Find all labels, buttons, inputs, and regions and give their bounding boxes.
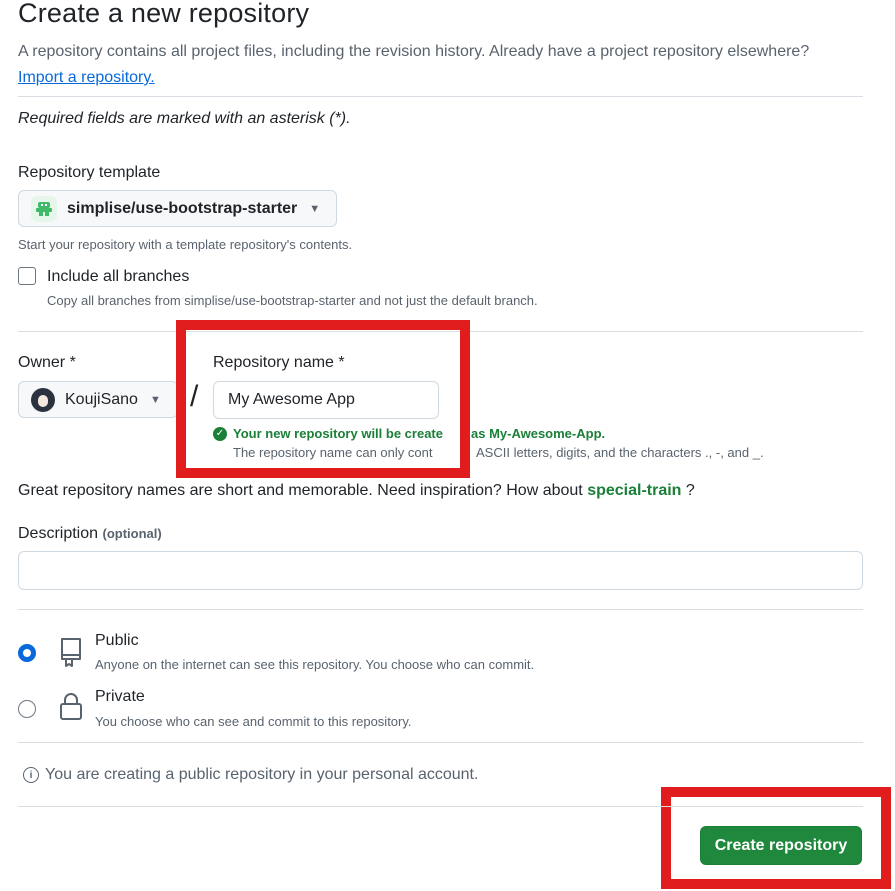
repository-name-rules-suffix: ASCII letters, digits, and the character… bbox=[476, 445, 764, 460]
template-avatar-icon bbox=[31, 195, 57, 222]
page-title: Create a new repository bbox=[18, 0, 310, 28]
info-icon: i bbox=[23, 767, 39, 783]
inspiration-text: Great repository names are short and mem… bbox=[18, 482, 583, 499]
chevron-down-icon: ▼ bbox=[149, 393, 161, 406]
highlight-box-repository-name bbox=[176, 320, 470, 478]
page-subtitle: A repository contains all project files,… bbox=[18, 39, 878, 91]
success-suffix: as My-Awesome-App. bbox=[471, 426, 606, 441]
template-select-button[interactable]: simplise/use-bootstrap-starter ▼ bbox=[18, 190, 337, 227]
chevron-down-icon: ▼ bbox=[309, 202, 321, 215]
import-repository-link[interactable]: Import a repository. bbox=[18, 69, 155, 86]
required-fields-note: Required fields are marked with an aster… bbox=[18, 110, 351, 127]
description-label: Description bbox=[18, 525, 99, 542]
visibility-private-desc: You choose who can see and commit to thi… bbox=[95, 714, 412, 729]
include-all-branches-label: Include all branches bbox=[47, 268, 190, 285]
suggested-name-link[interactable]: special-train bbox=[587, 482, 681, 499]
owner-select-button[interactable]: KoujiSano ▼ bbox=[18, 381, 178, 418]
owner-label: Owner * bbox=[18, 354, 76, 371]
template-helper: Start your repository with a template re… bbox=[18, 237, 353, 252]
notice-text: You are creating a public repository in … bbox=[45, 766, 479, 783]
divider bbox=[18, 742, 863, 743]
include-all-branches-helper: Copy all branches from simplise/use-boot… bbox=[47, 293, 538, 308]
create-repository-page: Create a new repository A repository con… bbox=[0, 0, 895, 891]
include-all-branches-checkbox[interactable] bbox=[18, 267, 36, 285]
visibility-public-desc: Anyone on the internet can see this repo… bbox=[95, 657, 535, 672]
visibility-notice: i You are creating a public repository i… bbox=[23, 766, 478, 784]
description-label-row: Description (optional) bbox=[18, 525, 162, 543]
repo-icon bbox=[58, 636, 84, 673]
description-input[interactable] bbox=[18, 551, 863, 590]
lock-icon bbox=[59, 692, 83, 727]
subtitle-text: A repository contains all project files,… bbox=[18, 43, 810, 60]
template-label: Repository template bbox=[18, 164, 161, 181]
optional-tag: (optional) bbox=[102, 526, 162, 541]
inspiration-end: ? bbox=[685, 482, 695, 499]
name-inspiration: Great repository names are short and mem… bbox=[18, 482, 695, 500]
divider bbox=[18, 806, 863, 807]
visibility-private-radio[interactable] bbox=[18, 700, 36, 718]
divider bbox=[18, 96, 863, 97]
visibility-public-radio[interactable] bbox=[18, 644, 36, 662]
template-select-value: simplise/use-bootstrap-starter bbox=[67, 199, 298, 217]
divider bbox=[18, 609, 863, 610]
create-repository-button[interactable]: Create repository bbox=[700, 826, 862, 865]
owner-select-value: KoujiSano bbox=[65, 390, 138, 408]
visibility-private-label: Private bbox=[95, 688, 145, 705]
visibility-public-label: Public bbox=[95, 632, 139, 649]
avatar bbox=[31, 387, 55, 412]
